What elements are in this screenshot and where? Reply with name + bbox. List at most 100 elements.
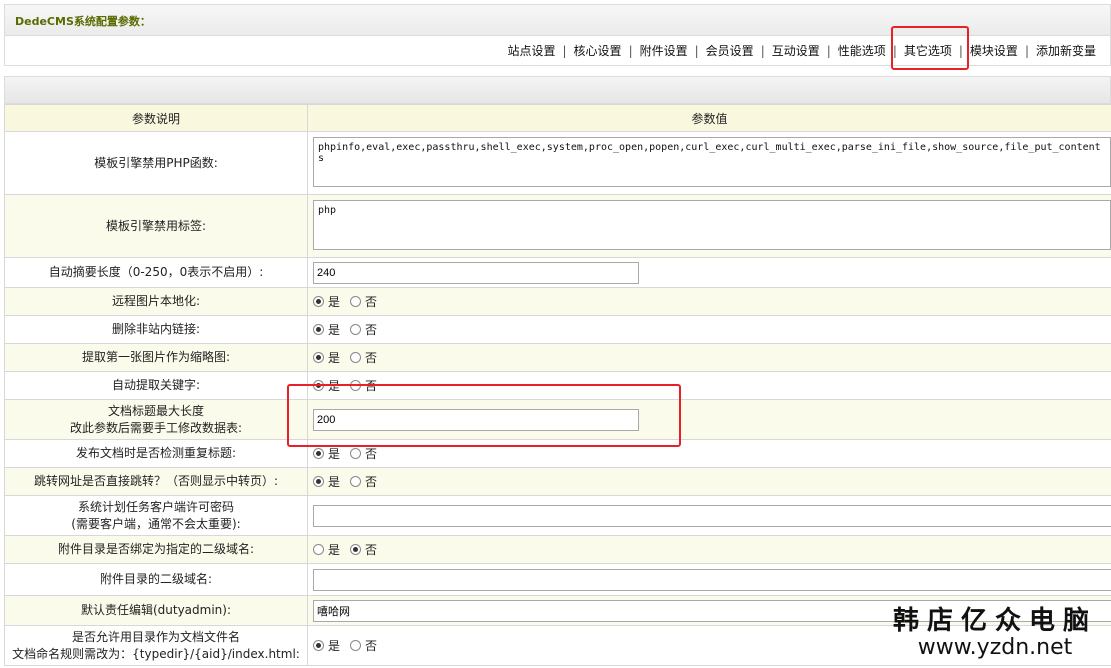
config-row-value [307, 563, 1111, 596]
nav-tab-3[interactable]: 会员设置 [706, 42, 754, 59]
radio-no[interactable]: 否 [350, 637, 377, 654]
config-row-label: 自动摘要长度（0-250，0表示不启用）: [4, 257, 308, 288]
label-line: 删除非站内链接: [111, 322, 201, 336]
radio-circle-icon[interactable] [350, 640, 362, 651]
config-row: 发布文档时是否检测重复标题: 是否 [4, 439, 1111, 468]
config-text-input[interactable] [313, 408, 639, 431]
title-bar: DedeCMS系统配置参数： [4, 4, 1111, 36]
config-row: 提取第一张图片作为缩略图: 是否 [4, 343, 1111, 372]
config-row: 自动提取关键字: 是否 [4, 371, 1111, 400]
radio-no[interactable]: 否 [350, 377, 377, 394]
radio-yes[interactable]: 是 [313, 541, 340, 558]
nav-tab-4[interactable]: 互动设置 [772, 42, 820, 59]
label-line: 自动摘要长度（0-250，0表示不启用）: [48, 265, 264, 279]
radio-circle-icon[interactable] [313, 640, 324, 651]
radio-yes[interactable]: 是 [313, 377, 340, 394]
radio-circle-icon[interactable] [313, 352, 324, 363]
config-textarea[interactable]: php [313, 199, 1111, 250]
radio-circle-icon[interactable] [313, 324, 324, 335]
radio-yes[interactable]: 是 [313, 473, 340, 490]
column-header-value: 参数值 [307, 104, 1111, 132]
radio-label: 是 [328, 351, 341, 365]
config-row-label: 文档标题最大长度 改此参数后需要手工修改数据表: [4, 399, 308, 440]
config-row-value [307, 399, 1111, 440]
config-row-label: 是否允许用目录作为文档文件名 文档命名规则需改为：{typedir}/{aid}/… [4, 625, 308, 666]
nav-tab-8[interactable]: 添加新变量 [1036, 42, 1096, 59]
label-line-2: (需要客户端，通常不会太重要): [71, 516, 241, 531]
radio-circle-icon[interactable] [313, 448, 324, 459]
table-header-row: 参数说明 参数值 [4, 104, 1111, 132]
nav-tab-5[interactable]: 性能选项 [838, 42, 886, 59]
config-row-value: 是否 [307, 535, 1111, 564]
radio-label: 否 [365, 475, 378, 489]
column-header-description: 参数说明 [4, 104, 308, 132]
config-row-label: 模板引擎禁用PHP函数: [4, 131, 308, 195]
label-line: 附件目录的二级域名: [99, 572, 213, 586]
config-textarea[interactable]: phpinfo,eval,exec,passthru,shell_exec,sy… [313, 136, 1111, 187]
radio-label: 否 [365, 543, 378, 557]
radio-label: 否 [365, 447, 378, 461]
watermark: 韩店亿众电脑 www.yzdn.net [893, 600, 1097, 660]
nav-tab-7[interactable]: 模块设置 [970, 42, 1018, 59]
radio-label: 是 [328, 379, 341, 393]
label-line: 提取第一张图片作为缩略图: [81, 350, 231, 364]
config-text-input[interactable] [313, 568, 1111, 591]
radio-yes[interactable]: 是 [313, 445, 340, 462]
nav-tab-2[interactable]: 附件设置 [640, 42, 688, 59]
settings-nav-bar: 站点设置 | 核心设置 | 附件设置 | 会员设置 | 互动设置 | 性能选项 | 其它选项 | 模块设置 |… [4, 36, 1111, 66]
config-text-input[interactable] [313, 261, 639, 284]
watermark-brand: 韩店亿众电脑 [892, 606, 1097, 636]
config-row-value: 是否 [307, 439, 1111, 468]
config-row: 附件目录的二级域名: [4, 563, 1111, 596]
radio-yes[interactable]: 是 [313, 321, 340, 338]
config-row: 自动摘要长度（0-250，0表示不启用）: [4, 257, 1111, 288]
radio-yes[interactable]: 是 [313, 293, 340, 310]
config-text-input[interactable] [313, 504, 1111, 527]
radio-circle-icon[interactable] [350, 324, 362, 335]
config-row: 模板引擎禁用PHP函数: phpinfo,eval,exec,passthru,s… [4, 131, 1111, 195]
label-line: 发布文档时是否检测重复标题: [75, 446, 237, 460]
radio-circle-icon[interactable] [350, 352, 362, 363]
radio-yes[interactable]: 是 [313, 349, 340, 366]
radio-no[interactable]: 否 [350, 445, 377, 462]
label-line: 自动提取关键字: [111, 378, 201, 392]
radio-no[interactable]: 否 [350, 293, 377, 310]
config-row-label: 附件目录的二级域名: [4, 563, 308, 596]
nav-separator: | [958, 43, 963, 58]
radio-circle-icon[interactable] [350, 476, 362, 487]
radio-label: 是 [328, 639, 341, 653]
config-row-label: 自动提取关键字: [4, 371, 308, 400]
nav-tab-1[interactable]: 核心设置 [574, 42, 622, 59]
config-row-label: 远程图片本地化: [4, 287, 308, 316]
radio-no[interactable]: 否 [350, 349, 377, 366]
page-title: DedeCMS系统配置参数： [15, 15, 151, 28]
radio-yes[interactable]: 是 [313, 637, 340, 654]
section-header-bar [4, 76, 1111, 104]
radio-label: 否 [365, 351, 378, 365]
nav-tab-6[interactable]: 其它选项 [904, 42, 952, 59]
radio-circle-icon[interactable] [313, 380, 324, 391]
nav-tab-0[interactable]: 站点设置 [507, 42, 555, 59]
config-row: 附件目录是否绑定为指定的二级域名: 是否 [4, 535, 1111, 564]
radio-circle-icon[interactable] [350, 448, 362, 459]
radio-no[interactable]: 否 [350, 541, 377, 558]
radio-circle-icon[interactable] [313, 544, 324, 555]
config-row: 文档标题最大长度 改此参数后需要手工修改数据表: [4, 399, 1111, 440]
config-row-value: 是否 [307, 343, 1111, 372]
radio-circle-icon[interactable] [313, 296, 324, 307]
radio-label: 否 [365, 639, 378, 653]
config-row-value [307, 257, 1111, 288]
config-row-value: phpinfo,eval,exec,passthru,shell_exec,sy… [307, 131, 1111, 195]
config-row: 系统计划任务客户端许可密码 (需要客户端，通常不会太重要): [4, 495, 1111, 536]
radio-circle-icon[interactable] [350, 296, 362, 307]
radio-circle-icon[interactable] [350, 380, 362, 391]
radio-no[interactable]: 否 [350, 473, 377, 490]
radio-circle-icon[interactable] [350, 544, 362, 555]
radio-label: 否 [365, 295, 378, 309]
radio-no[interactable]: 否 [350, 321, 377, 338]
nav-separator: | [892, 43, 897, 58]
config-row: 删除非站内链接: 是否 [4, 315, 1111, 344]
radio-circle-icon[interactable] [313, 476, 324, 487]
nav-separator: | [562, 43, 567, 58]
config-row-label: 删除非站内链接: [4, 315, 308, 344]
